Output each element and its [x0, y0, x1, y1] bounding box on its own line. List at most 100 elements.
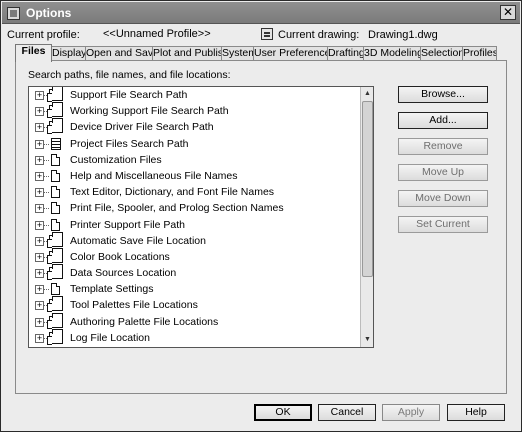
tab-selection[interactable]: Selection — [420, 46, 463, 61]
apply-button[interactable]: Apply — [382, 404, 440, 421]
tree-item-color-book-locations[interactable]: + Color Book Locations — [29, 247, 360, 265]
file-icon — [51, 283, 60, 296]
tree-item-label: Authoring Palette File Locations — [70, 315, 219, 328]
folder-stack-icon — [47, 312, 63, 329]
expand-icon[interactable]: + — [35, 236, 44, 246]
file-icon — [51, 153, 60, 166]
tree-item-label: Print File, Spooler, and Prolog Section … — [70, 202, 284, 215]
tree-item-label: Customization Files — [70, 153, 162, 166]
tree-item-label: Tool Palettes File Locations — [70, 299, 198, 312]
close-button[interactable]: ✕ — [500, 5, 516, 20]
tree-item-help-and-miscellaneous-file-names[interactable]: + Help and Miscellaneous File Names — [29, 168, 360, 184]
tree-item-template-settings[interactable]: + Template Settings — [29, 281, 360, 297]
tree-item-tool-palettes-file-locations[interactable]: + Tool Palettes File Locations — [29, 296, 360, 313]
expand-icon[interactable]: + — [35, 139, 44, 149]
file-location-tree[interactable]: + Support File Search Path + Working Sup… — [28, 86, 374, 348]
tab-strip: Files Display Open and Save Plot and Pub… — [15, 44, 497, 62]
folder-stack-icon — [47, 87, 63, 102]
tree-item-label: Support File Search Path — [70, 89, 188, 101]
tree-item-label: Template Settings — [70, 283, 154, 296]
tab-display[interactable]: Display — [51, 46, 86, 61]
file-icon — [51, 202, 60, 215]
tree-item-label: Data Sources Location — [70, 267, 177, 280]
folder-stack-icon — [47, 328, 63, 345]
expand-icon[interactable]: + — [35, 317, 44, 327]
folder-stack-icon — [47, 247, 63, 264]
expand-icon[interactable]: + — [35, 252, 44, 262]
scroll-down-arrow-icon[interactable]: ▼ — [362, 334, 373, 346]
tree-item-label: Printer Support File Path — [70, 218, 185, 231]
expand-icon[interactable]: + — [35, 91, 44, 100]
expand-icon[interactable]: + — [35, 188, 44, 198]
tree-item-device-driver-file-search-path[interactable]: + Device Driver File Search Path — [29, 118, 360, 135]
tree-list: + Support File Search Path + Working Sup… — [29, 87, 360, 347]
expand-icon[interactable]: + — [35, 220, 44, 230]
tree-item-working-support-file-search-path[interactable]: + Working Support File Search Path — [29, 102, 360, 119]
scroll-up-arrow-icon[interactable]: ▲ — [362, 88, 373, 100]
tab-drafting[interactable]: Drafting — [327, 46, 364, 61]
tree-scrollbar[interactable]: ▲ ▼ — [360, 87, 373, 347]
tab-user-preferences[interactable]: User Preferences — [253, 46, 328, 61]
project-icon — [51, 137, 61, 150]
tree-item-log-file-location[interactable]: + Log File Location — [29, 328, 360, 346]
tree-item-label: Text Editor, Dictionary, and Font File N… — [70, 186, 275, 199]
folder-stack-icon — [47, 264, 63, 281]
move-up-button[interactable]: Move Up — [398, 164, 488, 181]
folder-stack-icon — [47, 296, 63, 313]
expand-icon[interactable]: + — [35, 301, 44, 311]
tree-item-label: Working Support File Search Path — [70, 105, 229, 118]
tab-3d-modeling[interactable]: 3D Modeling — [363, 46, 421, 61]
remove-button[interactable]: Remove — [398, 138, 488, 155]
ok-button[interactable]: OK — [254, 404, 312, 421]
search-paths-label: Search paths, file names, and file locat… — [28, 69, 231, 81]
tree-item-project-files-search-path[interactable]: + Project Files Search Path — [29, 136, 360, 152]
file-icon — [51, 169, 60, 182]
scroll-thumb[interactable] — [362, 101, 373, 277]
tree-item-data-sources-location[interactable]: + Data Sources Location — [29, 264, 360, 281]
tree-item-label: Log File Location — [70, 331, 150, 344]
folder-stack-icon — [47, 118, 63, 135]
cancel-button[interactable]: Cancel — [318, 404, 376, 421]
move-down-button[interactable]: Move Down — [398, 190, 488, 207]
drawing-icon — [261, 28, 273, 40]
tab-profiles[interactable]: Profiles — [462, 46, 497, 61]
current-profile-label: Current profile: — [7, 29, 80, 41]
current-drawing-value: Drawing1.dwg — [368, 29, 438, 41]
browse-button[interactable]: Browse... — [398, 86, 488, 103]
tab-open-and-save[interactable]: Open and Save — [85, 46, 153, 61]
expand-icon[interactable]: + — [35, 333, 44, 343]
expand-icon[interactable]: + — [35, 269, 44, 279]
tree-item-label: Automatic Save File Location — [70, 234, 206, 247]
help-button[interactable]: Help — [447, 404, 505, 421]
expand-icon[interactable]: + — [35, 107, 44, 117]
tree-item-label: Project Files Search Path — [70, 137, 189, 150]
tree-item-text-editor-dictionary-font-file-names[interactable]: + Text Editor, Dictionary, and Font File… — [29, 184, 360, 200]
title-bar[interactable]: Options ✕ — [2, 2, 520, 24]
expand-icon[interactable]: + — [35, 285, 44, 295]
expand-icon[interactable]: + — [35, 123, 44, 133]
expand-icon[interactable]: + — [35, 171, 44, 181]
tab-files[interactable]: Files — [15, 44, 52, 62]
expand-icon[interactable]: + — [35, 204, 44, 214]
add-button[interactable]: Add... — [398, 112, 488, 129]
profile-info: Current profile: <<Unnamed Profile>> Cur… — [1, 27, 521, 43]
set-current-button[interactable]: Set Current — [398, 216, 488, 233]
expand-icon[interactable]: + — [35, 155, 44, 165]
tree-item-automatic-save-file-location[interactable]: + Automatic Save File Location — [29, 231, 360, 249]
tree-item-print-file-spooler-prolog-section-names[interactable]: + Print File, Spooler, and Prolog Sectio… — [29, 200, 360, 216]
tab-plot-and-publish[interactable]: Plot and Publish — [152, 46, 222, 61]
options-dialog: Options ✕ Current profile: <<Unnamed Pro… — [0, 0, 522, 432]
tree-item-printer-support-file-path[interactable]: + Printer Support File Path — [29, 217, 360, 233]
tab-system[interactable]: System — [221, 46, 254, 61]
file-icon — [51, 218, 60, 231]
current-profile-value: <<Unnamed Profile>> — [103, 28, 211, 40]
folder-stack-icon — [47, 231, 63, 248]
tree-item-label: Device Driver File Search Path — [70, 121, 214, 134]
tree-item-authoring-palette-file-locations[interactable]: + Authoring Palette File Locations — [29, 312, 360, 330]
tree-item-customization-files[interactable]: + Customization Files — [29, 152, 360, 168]
tree-item-support-file-search-path[interactable]: + Support File Search Path — [29, 87, 360, 103]
app-icon — [7, 7, 20, 20]
files-tab-panel: Search paths, file names, and file locat… — [15, 60, 507, 394]
tree-item-label: Color Book Locations — [70, 250, 170, 263]
tree-item-label: Help and Miscellaneous File Names — [70, 169, 238, 182]
